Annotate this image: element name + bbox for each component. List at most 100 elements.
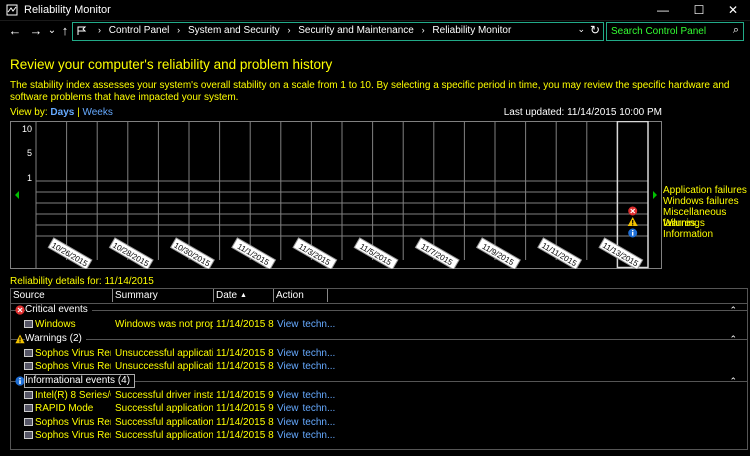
table-row[interactable]: Sophos Virus Remo... Successful applicat… <box>11 429 747 442</box>
page-title: Review your computer's reliability and p… <box>10 57 333 72</box>
application-icon <box>24 431 33 439</box>
address-dropdown-icon[interactable]: ⌄ <box>577 24 585 35</box>
row-source: Intel(R) 8 Series/C22... <box>35 389 111 401</box>
application-icon <box>24 362 33 370</box>
info-icon <box>15 375 25 386</box>
info-icon[interactable] <box>628 228 638 238</box>
legend-windows-failures: Windows failures <box>663 196 739 207</box>
error-icon[interactable] <box>628 206 638 216</box>
view-technical-details-link[interactable]: View <box>277 319 299 330</box>
group-label: Warnings (2) <box>25 332 86 345</box>
legend-warnings: Warnings <box>663 218 705 229</box>
date-label[interactable]: 10/28/2015 <box>108 237 154 271</box>
search-icon[interactable]: ⌕ <box>733 24 739 37</box>
legend-miscellaneous-failures: Miscellaneous failures <box>663 207 727 229</box>
warning-icon[interactable] <box>627 217 638 226</box>
row-summary: Successful application re... <box>115 416 213 428</box>
close-button[interactable]: ✕ <box>716 0 750 20</box>
technical-details-link[interactable]: techn... <box>303 361 336 372</box>
date-label[interactable]: 10/30/2015 <box>169 237 215 271</box>
reliability-chart-svg[interactable]: 10 5 1 10/26/2015 10/28/2015 10/30/2015 11/1/2… <box>10 120 662 271</box>
maximize-button[interactable]: ☐ <box>682 0 716 20</box>
row-summary: Successful application inst... <box>115 430 213 441</box>
group-header[interactable]: Warnings (2) ⌃ <box>11 332 747 345</box>
view-technical-details-link[interactable]: View <box>277 361 299 372</box>
chart-scroll-right-icon <box>653 191 657 199</box>
row-source: Sophos Virus Remo... <box>35 361 111 372</box>
row-date: 11/14/2015 8:... <box>216 430 274 441</box>
group-divider <box>11 338 747 340</box>
view-technical-details-link[interactable]: View <box>277 390 299 401</box>
view-technical-details-link[interactable]: View <box>277 348 299 359</box>
technical-details-link[interactable]: techn... <box>303 348 336 359</box>
view-technical-details-link[interactable]: View <box>277 417 299 428</box>
application-icon <box>24 417 33 426</box>
view-technical-details-link[interactable]: View <box>277 430 299 441</box>
table-row[interactable]: Sophos Virus Remo... Unsuccessful applic… <box>11 360 747 373</box>
collapse-group-icon[interactable]: ⌃ <box>729 304 737 316</box>
row-source: Sophos Virus Remo... <box>35 347 111 359</box>
view-by-days-link[interactable]: Days <box>50 107 74 118</box>
minimize-button[interactable]: — <box>646 0 680 20</box>
technical-details-link[interactable]: techn... <box>303 403 336 414</box>
column-header-action[interactable]: Action <box>274 289 328 302</box>
breadcrumb-control-panel[interactable]: Control Panel <box>109 25 170 36</box>
row-action: View techn... <box>277 318 339 331</box>
table-row[interactable]: RAPID Mode Successful application inst..… <box>11 402 747 415</box>
view-technical-details-link[interactable]: View <box>277 403 299 414</box>
breadcrumb: › Control Panel › System and Security › … <box>93 25 511 36</box>
collapse-group-icon[interactable]: ⌃ <box>729 375 737 387</box>
table-row[interactable]: Intel(R) 8 Series/C22... Successful driv… <box>11 389 747 402</box>
row-summary: Unsuccessful application r... <box>115 361 213 372</box>
row-action: View techn... <box>277 429 339 442</box>
technical-details-link[interactable]: techn... <box>303 417 336 428</box>
breadcrumb-security-maintenance[interactable]: Security and Maintenance <box>298 25 414 36</box>
date-label[interactable]: 11/9/2015 <box>475 237 521 271</box>
back-button[interactable]: ← <box>6 22 24 40</box>
refresh-button[interactable]: ↻ <box>590 23 600 37</box>
last-updated: Last updated: 11/14/2015 10:00 PM <box>503 107 662 118</box>
search-input[interactable] <box>609 24 725 39</box>
chart-frame <box>10 121 662 269</box>
group-header[interactable]: Critical events ⌃ <box>11 304 747 316</box>
date-label[interactable]: 11/13/2015 <box>598 237 644 271</box>
row-summary: Successful driver installati... <box>115 389 213 401</box>
chart-legend: Application failures Windows failures Mi… <box>663 185 750 240</box>
column-header-source[interactable]: Source <box>11 289 113 302</box>
chart-scroll-left-icon <box>15 191 19 199</box>
technical-details-link[interactable]: techn... <box>303 390 336 401</box>
column-header-date[interactable]: Date ▲ <box>214 289 274 302</box>
view-by-weeks-link[interactable]: Weeks <box>82 107 112 118</box>
collapse-group-icon[interactable]: ⌃ <box>729 333 737 345</box>
sort-ascending-icon: ▲ <box>240 292 247 299</box>
date-label[interactable]: 11/7/2015 <box>414 237 460 271</box>
error-icon <box>15 305 25 315</box>
legend-application-failures: Application failures <box>663 185 747 196</box>
y-tick-label: 1 <box>27 173 32 183</box>
breadcrumb-reliability-monitor[interactable]: Reliability Monitor <box>432 25 511 36</box>
row-source: Windows <box>35 319 76 330</box>
table-row[interactable]: Sophos Virus Remo... Successful applicat… <box>11 416 747 429</box>
date-label[interactable]: 11/3/2015 <box>292 237 338 271</box>
row-summary: Unsuccessful application r... <box>115 347 213 359</box>
date-label[interactable]: 11/11/2015 <box>537 237 583 271</box>
technical-details-link[interactable]: techn... <box>303 319 336 330</box>
table-row[interactable]: Windows Windows was not properl... 11/14… <box>11 318 747 331</box>
date-label[interactable]: 10/26/2015 <box>47 237 93 271</box>
address-bar[interactable]: › Control Panel › System and Security › … <box>72 22 604 41</box>
technical-details-link[interactable]: techn... <box>303 430 336 441</box>
table-row[interactable]: Sophos Virus Remo... Unsuccessful applic… <box>11 347 747 360</box>
application-icon <box>24 390 33 399</box>
control-panel-icon <box>77 26 87 35</box>
row-action: View techn... <box>277 347 339 360</box>
page-description: The stability index assesses your system… <box>10 80 730 103</box>
breadcrumb-system-security[interactable]: System and Security <box>188 25 280 36</box>
column-header-summary[interactable]: Summary <box>113 289 214 302</box>
y-tick-label: 10 <box>22 124 32 134</box>
group-header[interactable]: Informational events (4) ⌃ <box>11 373 747 388</box>
reliability-chart[interactable]: 10 5 1 10/26/2015 10/28/2015 10/30/2015 11/1/2… <box>10 120 662 271</box>
date-label[interactable]: 11/5/2015 <box>353 237 399 271</box>
view-by-separator: | <box>77 107 80 118</box>
row-action: View techn... <box>277 360 339 373</box>
date-label[interactable]: 11/1/2015 <box>231 237 277 271</box>
